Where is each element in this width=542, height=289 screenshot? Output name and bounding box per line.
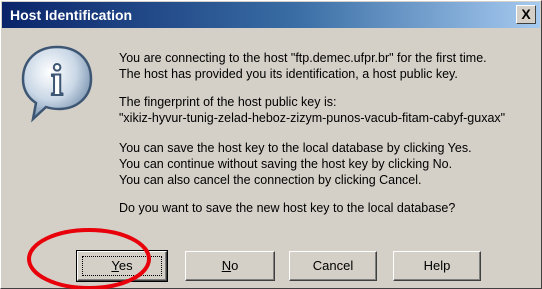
yes-button[interactable]: Yes [76,250,168,282]
info-glyph: i [51,56,63,105]
close-button[interactable]: X [516,5,536,24]
title-bar[interactable]: Host Identification X [2,2,540,28]
message-line-1: You are connecting to the host "ftp.deme… [119,51,487,65]
message-line-6: You can continue without saving the host… [119,157,453,171]
no-button[interactable]: No [185,251,275,281]
host-identification-dialog: Host Identification X i You are connecti… [0,0,542,289]
message-line-5: You can save the host key to the local d… [119,141,472,155]
info-icon: i [21,45,93,123]
message-line-3: The fingerprint of the host public key i… [119,95,337,109]
fingerprint-text: "xikiz-hyvur-tunig-zelad-heboz-zizym-pun… [119,111,506,125]
cancel-button[interactable]: Cancel [289,251,377,281]
window-title: Host Identification [10,7,133,23]
help-button[interactable]: Help [393,251,481,281]
message-line-2: The host has provided you its identifica… [119,67,458,81]
message-line-7: You can also cancel the connection by cl… [119,173,422,187]
yes-button-label: Yes [111,258,133,273]
no-button-label: No [221,258,239,273]
question-text: Do you want to save the new host key to … [119,201,456,215]
